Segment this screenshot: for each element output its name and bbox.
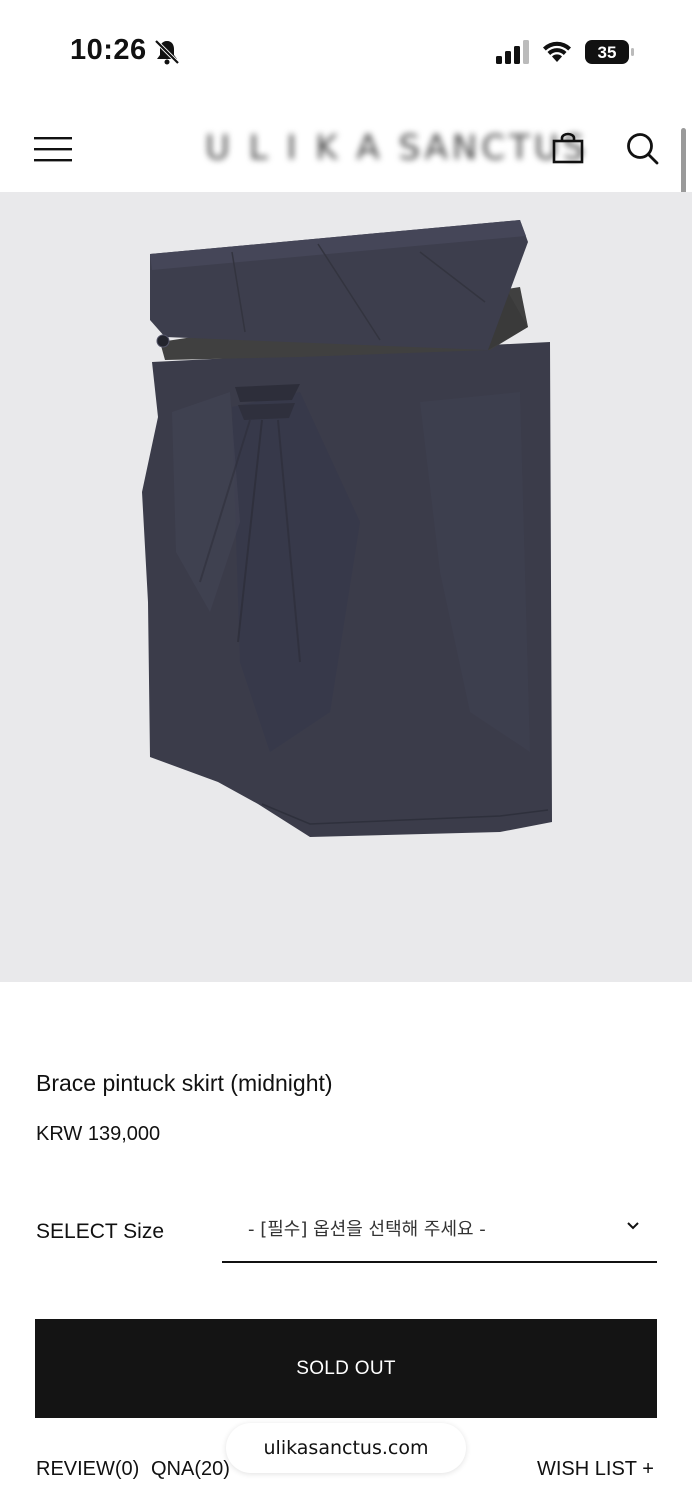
status-time: 10:26 [70,34,147,66]
size-option-label: SELECT Size [36,1220,164,1243]
battery-level: 35 [598,43,617,62]
tab-review[interactable]: REVIEW(0) [36,1458,139,1481]
shopping-bag-icon[interactable] [552,132,584,164]
cellular-signal-icon [496,40,529,64]
product-name: Brace pintuck skirt (midnight) [36,1070,333,1096]
product-image[interactable] [0,192,692,982]
search-icon[interactable] [625,131,659,165]
size-select[interactable]: - [필수] 옵션을 선택해 주세요 - [222,1203,657,1263]
wifi-icon [543,41,571,62]
browser-url-bar[interactable]: ulikasanctus.com [226,1423,466,1473]
hamburger-menu-icon[interactable] [34,136,72,162]
site-header: U L I K A SANCTUS [0,100,692,192]
brand-logo[interactable]: U L I K A SANCTUS [205,125,584,171]
skirt-illustration [142,220,552,837]
status-bar: 10:26 35 [0,0,692,100]
tab-qna[interactable]: QNA(20) [151,1458,230,1481]
size-select-value: - [필수] 옵션을 선택해 주세요 - [248,1219,486,1240]
chevron-down-icon [627,1222,639,1230]
bell-slash-icon [154,39,180,65]
sold-out-button[interactable]: SOLD OUT [35,1319,657,1418]
product-price: KRW 139,000 [36,1123,161,1145]
browser-url-text: ulikasanctus.com [263,1437,429,1459]
wishlist-link[interactable]: WISH LIST + [537,1458,654,1481]
battery-icon: 35 [585,40,634,64]
